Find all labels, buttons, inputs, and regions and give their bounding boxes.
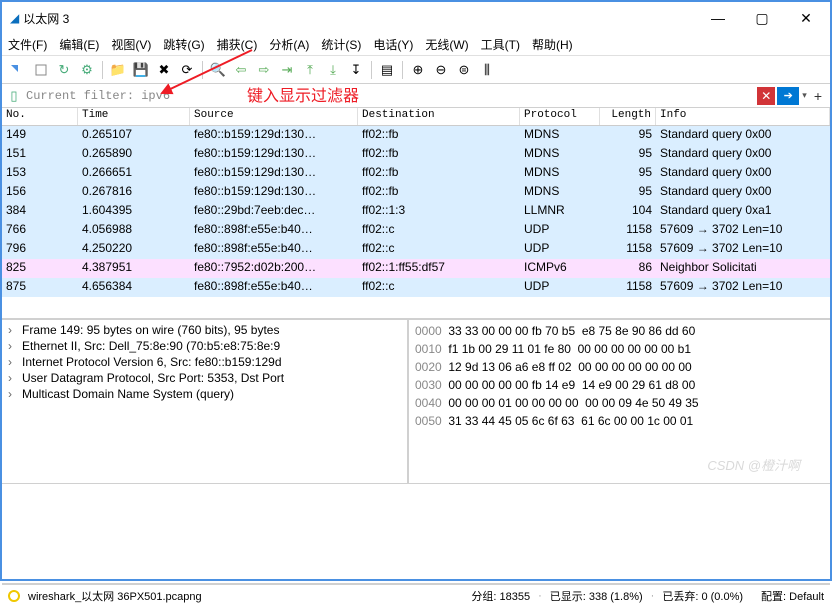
apply-filter-button[interactable]: ➔	[777, 87, 799, 105]
minimize-button[interactable]: —	[702, 4, 734, 32]
tree-item[interactable]: ›Frame 149: 95 bytes on wire (760 bits),…	[4, 322, 405, 338]
filter-bar: ▯ ✕ ➔ ▾ +	[2, 84, 830, 108]
find-icon[interactable]: 🔍	[208, 60, 228, 80]
packet-list-header: No. Time Source Destination Protocol Len…	[2, 108, 830, 126]
display-filter-input[interactable]	[22, 87, 755, 105]
hex-row[interactable]: 0010 f1 1b 00 29 11 01 fe 80 00 00 00 00…	[415, 340, 824, 358]
close-button[interactable]: ✕	[790, 4, 822, 32]
packet-row[interactable]: 1490.265107fe80::b159:129d:130…ff02::fbM…	[2, 126, 830, 145]
menu-file[interactable]: 文件(F)	[8, 36, 47, 53]
packet-row[interactable]: 1560.267816fe80::b159:129d:130…ff02::fbM…	[2, 183, 830, 202]
toolbar: ↻ ⚙ 📁 💾 ✖ ⟳ 🔍 ⇦ ⇨ ⇥ ⤒ ⤓ ↧ ▤ ⊕ ⊖ ⊜ ⫼	[2, 56, 830, 84]
col-info[interactable]: Info	[656, 108, 830, 125]
packet-row[interactable]: 1530.266651fe80::b159:129d:130…ff02::fbM…	[2, 164, 830, 183]
hex-row[interactable]: 0030 00 00 00 00 00 fb 14 e9 14 e9 00 29…	[415, 376, 824, 394]
packet-row[interactable]: 7664.056988fe80::898f:e55e:b40…ff02::cUD…	[2, 221, 830, 240]
window-title: 以太网 3	[23, 10, 702, 27]
filter-dropdown-icon[interactable]: ▾	[799, 90, 810, 101]
zoom-reset-icon[interactable]: ⊜	[454, 60, 474, 80]
zoom-in-icon[interactable]: ⊕	[408, 60, 428, 80]
packet-list-pane[interactable]: No. Time Source Destination Protocol Len…	[2, 108, 830, 320]
col-src[interactable]: Source	[190, 108, 358, 125]
bookmark-icon[interactable]: ▯	[6, 88, 22, 104]
menu-help[interactable]: 帮助(H)	[532, 36, 573, 53]
start-capture-icon[interactable]	[8, 60, 28, 80]
status-packets: 分组: 18355	[471, 588, 530, 604]
col-dst[interactable]: Destination	[358, 108, 520, 125]
menu-wireless[interactable]: 无线(W)	[425, 36, 468, 53]
packet-row[interactable]: 7964.250220fe80::898f:e55e:b40…ff02::cUD…	[2, 240, 830, 259]
maximize-button[interactable]: ▢	[746, 4, 778, 32]
autoscroll-icon[interactable]: ↧	[346, 60, 366, 80]
colorize-icon[interactable]: ▤	[377, 60, 397, 80]
status-profile: 配置: Default	[761, 588, 824, 604]
menu-tools[interactable]: 工具(T)	[481, 36, 520, 53]
clear-filter-button[interactable]: ✕	[757, 87, 775, 105]
packet-details-pane[interactable]: ›Frame 149: 95 bytes on wire (760 bits),…	[2, 320, 409, 483]
last-icon[interactable]: ⤓	[323, 60, 343, 80]
tree-item[interactable]: ›Multicast Domain Name System (query)	[4, 386, 405, 402]
menu-stats[interactable]: 统计(S)	[321, 36, 361, 53]
packet-row[interactable]: 3841.604395fe80::29bd:7eeb:dec…ff02::1:3…	[2, 202, 830, 221]
packet-row[interactable]: 1510.265890fe80::b159:129d:130…ff02::fbM…	[2, 145, 830, 164]
col-time[interactable]: Time	[78, 108, 190, 125]
next-icon[interactable]: ⇨	[254, 60, 274, 80]
col-proto[interactable]: Protocol	[520, 108, 600, 125]
prev-icon[interactable]: ⇦	[231, 60, 251, 80]
hex-row[interactable]: 0000 33 33 00 00 00 fb 70 b5 e8 75 8e 90…	[415, 322, 824, 340]
packet-row[interactable]: 8254.387951fe80::7952:d02b:200…ff02::1:f…	[2, 259, 830, 278]
tree-item[interactable]: ›User Datagram Protocol, Src Port: 5353,…	[4, 370, 405, 386]
first-icon[interactable]: ⤒	[300, 60, 320, 80]
empty-area	[2, 484, 830, 584]
menu-analyze[interactable]: 分析(A)	[269, 36, 309, 53]
menu-telephony[interactable]: 电话(Y)	[373, 36, 413, 53]
col-no[interactable]: No.	[2, 108, 78, 125]
hex-row[interactable]: 0050 31 33 44 45 05 6c 6f 63 61 6c 00 00…	[415, 412, 824, 430]
col-len[interactable]: Length	[600, 108, 656, 125]
menu-edit[interactable]: 编辑(E)	[59, 36, 99, 53]
statusbar: wireshark_以太网 36PX501.pcapng 分组: 18355 ·…	[2, 584, 830, 606]
menu-view[interactable]: 视图(V)	[111, 36, 151, 53]
add-filter-button[interactable]: +	[810, 88, 826, 104]
tree-item[interactable]: ›Ethernet II, Src: Dell_75:8e:90 (70:b5:…	[4, 338, 405, 354]
resize-cols-icon[interactable]: ⫼	[477, 60, 497, 80]
save-icon[interactable]: 💾	[131, 60, 151, 80]
app-icon: ◢	[10, 11, 19, 25]
packet-row[interactable]: 8754.656384fe80::898f:e55e:b40…ff02::cUD…	[2, 278, 830, 297]
jump-icon[interactable]: ⇥	[277, 60, 297, 80]
menubar: 文件(F) 编辑(E) 视图(V) 跳转(G) 捕获(C) 分析(A) 统计(S…	[2, 34, 830, 56]
options-icon[interactable]: ⚙	[77, 60, 97, 80]
watermark: CSDN @橙汁啊	[707, 455, 800, 474]
menu-capture[interactable]: 捕获(C)	[217, 36, 258, 53]
status-dropped: 已丢弃: 0 (0.0%)	[662, 588, 743, 604]
expert-info-icon[interactable]	[8, 590, 20, 602]
restart-capture-icon[interactable]: ↻	[54, 60, 74, 80]
reload-icon[interactable]: ⟳	[177, 60, 197, 80]
status-displayed: 已显示: 338 (1.8%)	[550, 588, 643, 604]
menu-go[interactable]: 跳转(G)	[163, 36, 204, 53]
status-file: wireshark_以太网 36PX501.pcapng	[28, 588, 202, 604]
titlebar: ◢ 以太网 3 — ▢ ✕	[2, 2, 830, 34]
close-file-icon[interactable]: ✖	[154, 60, 174, 80]
hex-row[interactable]: 0040 00 00 00 01 00 00 00 00 00 00 09 4e…	[415, 394, 824, 412]
zoom-out-icon[interactable]: ⊖	[431, 60, 451, 80]
open-icon[interactable]: 📁	[108, 60, 128, 80]
hex-row[interactable]: 0020 12 9d 13 06 a6 e8 ff 02 00 00 00 00…	[415, 358, 824, 376]
stop-capture-icon[interactable]	[31, 60, 51, 80]
tree-item[interactable]: ›Internet Protocol Version 6, Src: fe80:…	[4, 354, 405, 370]
